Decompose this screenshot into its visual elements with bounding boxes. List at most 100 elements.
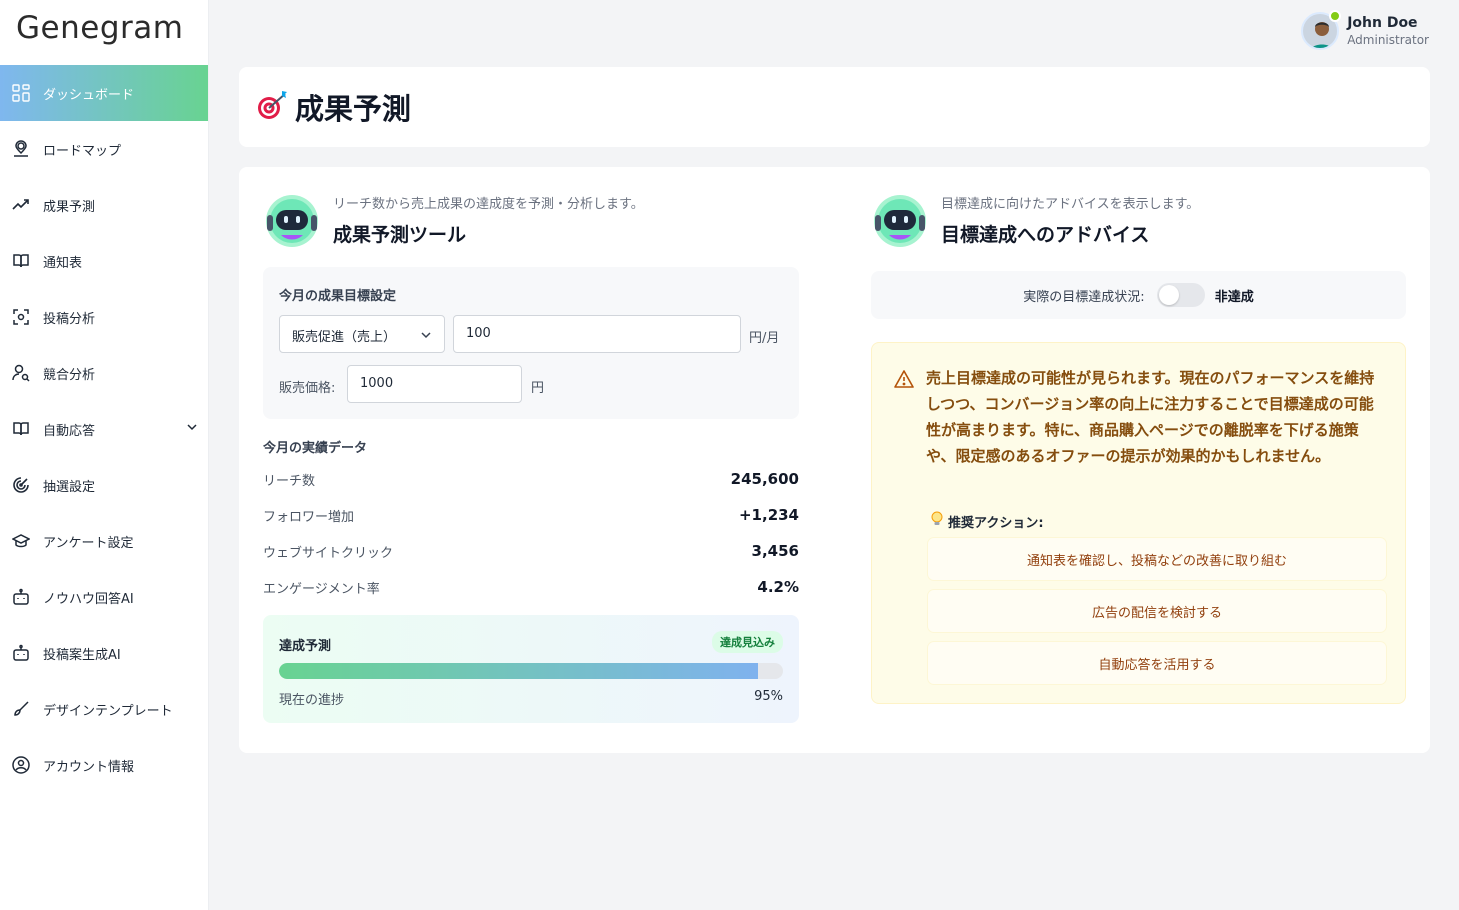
action-button[interactable]: 通知表を確認し、投稿などの改善に取り組む <box>928 538 1386 580</box>
stat-label: ウェブサイトクリック <box>263 545 394 561</box>
user-search-icon <box>11 363 31 383</box>
price-value: 1000 <box>360 376 394 391</box>
toggle-knob <box>1158 285 1179 305</box>
map-pin-icon <box>11 139 31 159</box>
page-header: 成果予測 <box>239 67 1430 147</box>
forecast-tool-title: 成果予測ツール <box>333 224 467 246</box>
book-icon <box>11 251 31 271</box>
robot-icon <box>871 191 929 249</box>
user-menu[interactable]: John Doe Administrator <box>1301 10 1429 50</box>
advice-message: 売上目標達成の可能性が見られます。現在のパフォーマンスを維持しつつ、コンバージョ… <box>926 369 1375 465</box>
recommended-actions-title: 推奨アクション: <box>930 511 1044 531</box>
sidebar-item-account[interactable]: アカウント情報 <box>0 737 208 793</box>
price-label: 販売価格: <box>279 381 336 396</box>
sidebar: Genegram ダッシュボード ロードマップ 成果予測 通知表 投稿分析 競合… <box>0 0 209 910</box>
brand-logo[interactable]: Genegram <box>0 0 208 65</box>
achievement-status-row: 実際の目標達成状況: 非達成 <box>871 271 1406 319</box>
price-unit: 円 <box>531 381 545 396</box>
advice-subtitle: 目標達成に向けたアドバイスを表示します。 <box>941 197 1200 212</box>
action-button[interactable]: 自動応答を活用する <box>928 642 1386 684</box>
sidebar-item-knowhow-ai[interactable]: ノウハウ回答AI <box>0 569 208 625</box>
book-icon <box>11 419 31 439</box>
stat-row: エンゲージメント率 4.2% <box>263 575 799 599</box>
brush-icon <box>11 699 31 719</box>
achievement-status-value: 非達成 <box>1214 289 1254 305</box>
sidebar-item-label: アカウント情報 <box>43 759 135 775</box>
sidebar-item-label: 自動応答 <box>43 423 96 439</box>
sidebar-item-roadmap[interactable]: ロードマップ <box>0 121 208 177</box>
sidebar-item-post-analysis[interactable]: 投稿分析 <box>0 289 208 345</box>
online-status-dot <box>1329 10 1342 22</box>
stat-value: 3,456 <box>751 542 799 560</box>
sidebar-item-lottery[interactable]: 抽選設定 <box>0 457 208 513</box>
performance-data-title: 今月の実績データ <box>263 441 368 456</box>
action-button[interactable]: 広告の配信を検討する <box>928 590 1386 632</box>
sidebar-item-survey[interactable]: アンケート設定 <box>0 513 208 569</box>
target-amount-value: 100 <box>466 326 491 341</box>
recommended-actions-label: 推奨アクション: <box>948 515 1044 531</box>
sidebar-item-label: 競合分析 <box>43 367 96 383</box>
stat-label: リーチ数 <box>263 473 316 489</box>
goal-type-select[interactable]: 販売促進（売上） <box>279 315 445 353</box>
stat-value: 4.2% <box>757 578 799 596</box>
stat-row: フォロワー増加 +1,234 <box>263 503 799 527</box>
progress-bar <box>279 663 783 679</box>
grad-cap-icon <box>11 531 31 551</box>
advice-box: 売上目標達成の可能性が見られます。現在のパフォーマンスを維持しつつ、コンバージョ… <box>871 342 1406 704</box>
sidebar-item-label: アンケート設定 <box>43 535 134 551</box>
progress-label: 現在の進捗 <box>279 693 345 708</box>
achievement-forecast: 達成予測 達成見込み 現在の進捗 95% <box>263 615 799 723</box>
sidebar-item-report[interactable]: 通知表 <box>0 233 208 289</box>
bot-icon <box>11 587 31 607</box>
price-input[interactable]: 1000 <box>347 365 522 403</box>
trend-up-icon <box>11 195 31 215</box>
sidebar-item-forecast[interactable]: 成果予測 <box>0 177 208 233</box>
sidebar-nav: ダッシュボード ロードマップ 成果予測 通知表 投稿分析 競合分析 自動応答 抽… <box>0 65 208 793</box>
stat-value: +1,234 <box>738 506 799 524</box>
advice-header: 目標達成に向けたアドバイスを表示します。 目標達成へのアドバイス <box>871 191 1199 249</box>
sidebar-item-label: ロードマップ <box>43 143 122 159</box>
sidebar-item-competitor[interactable]: 競合分析 <box>0 345 208 401</box>
sidebar-item-label: ダッシュボード <box>43 87 135 103</box>
achievement-status-toggle[interactable] <box>1156 283 1205 307</box>
stat-row: ウェブサイトクリック 3,456 <box>263 539 799 563</box>
robot-icon <box>263 191 321 249</box>
dial-icon <box>11 475 31 495</box>
stat-label: フォロワー増加 <box>263 509 355 525</box>
page-title: 成果予測 <box>295 92 412 126</box>
lightbulb-icon <box>930 511 944 531</box>
sidebar-item-design-template[interactable]: デザインテンプレート <box>0 681 208 737</box>
chevron-down-icon <box>420 329 432 345</box>
goal-type-value: 販売促進（売上） <box>292 330 397 345</box>
sidebar-item-dashboard[interactable]: ダッシュボード <box>0 65 208 121</box>
sidebar-item-label: 投稿分析 <box>43 311 96 327</box>
sidebar-item-label: 投稿案生成AI <box>43 647 121 663</box>
forecast-card: リーチ数から売上成果の達成度を予測・分析します。 成果予測ツール 今月の成果目標… <box>239 167 1430 753</box>
progress-bar-fill <box>279 663 758 679</box>
target-amount-input[interactable]: 100 <box>453 315 741 353</box>
grid-icon <box>11 83 31 103</box>
user-role: Administrator <box>1347 33 1429 47</box>
achievement-status-label: 実際の目標達成状況: <box>1023 289 1145 305</box>
forecast-tool-subtitle: リーチ数から売上成果の達成度を予測・分析します。 <box>333 197 644 212</box>
sidebar-item-label: 抽選設定 <box>43 479 96 495</box>
forecast-tool-header: リーチ数から売上成果の達成度を予測・分析します。 成果予測ツール <box>263 191 644 249</box>
sidebar-item-label: ノウハウ回答AI <box>43 591 134 607</box>
achievement-forecast-title: 達成予測 <box>279 639 332 654</box>
user-circle-icon <box>11 755 31 775</box>
sidebar-item-post-ai[interactable]: 投稿案生成AI <box>0 625 208 681</box>
stat-value: 245,600 <box>730 470 799 488</box>
dart-target-icon <box>255 88 289 126</box>
scan-icon <box>11 307 31 327</box>
sidebar-item-auto-reply[interactable]: 自動応答 <box>0 401 208 457</box>
sidebar-item-label: デザインテンプレート <box>43 703 173 719</box>
advice-title: 目標達成へのアドバイス <box>941 224 1150 246</box>
progress-value: 95% <box>754 689 783 704</box>
sidebar-item-label: 通知表 <box>43 255 83 271</box>
stat-label: エンゲージメント率 <box>263 581 380 597</box>
warning-icon <box>894 369 914 393</box>
goal-settings-title: 今月の成果目標設定 <box>279 289 397 304</box>
stat-row: リーチ数 245,600 <box>263 467 799 491</box>
bot-icon <box>11 643 31 663</box>
chevron-down-icon[interactable] <box>186 421 198 437</box>
